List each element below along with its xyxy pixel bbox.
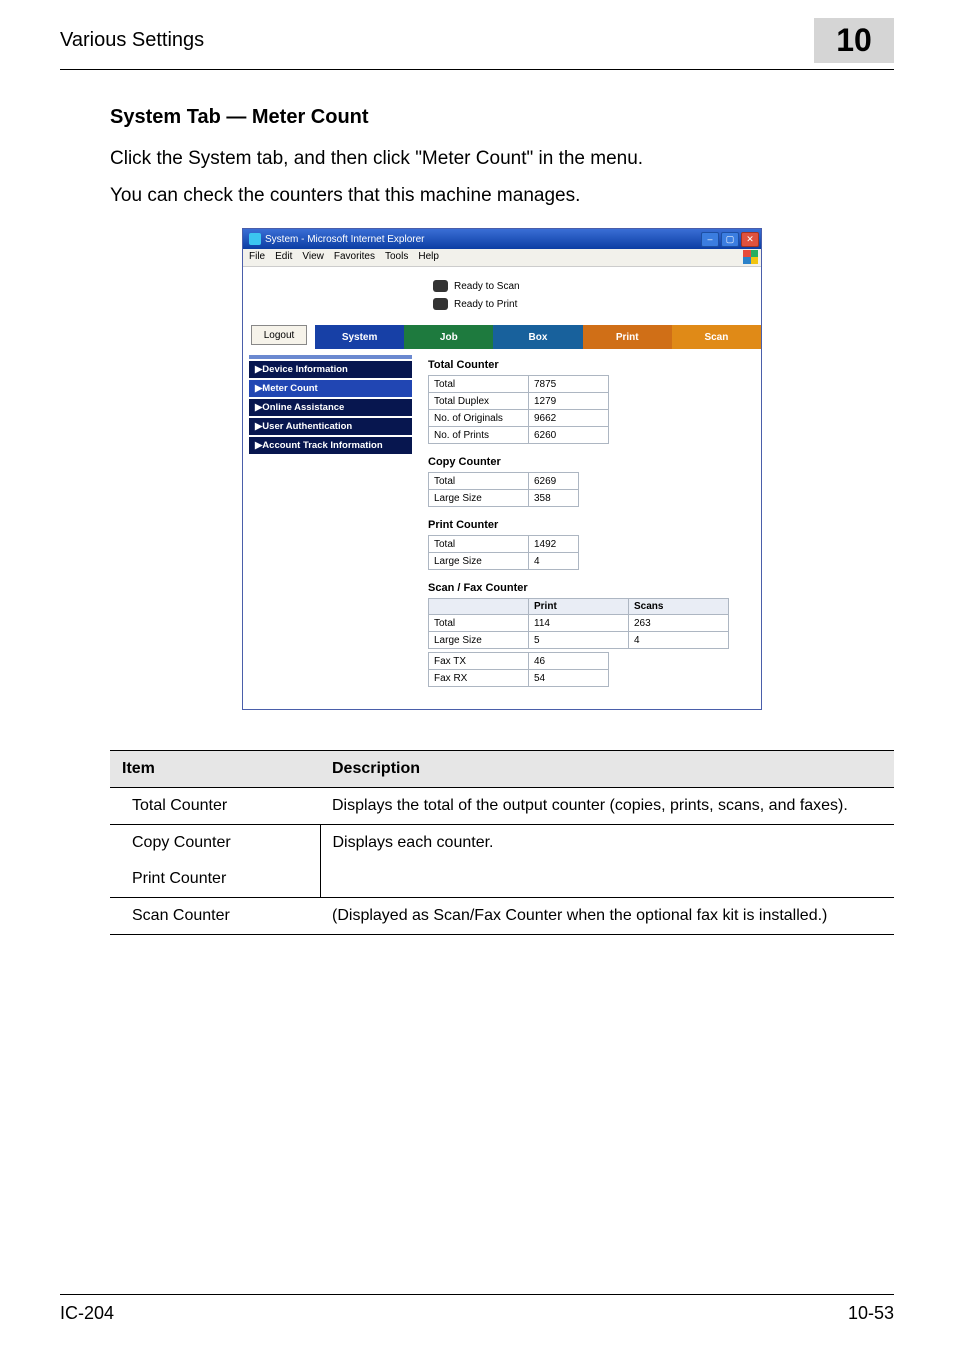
faxtx-label: Fax TX bbox=[429, 653, 529, 670]
print-counter-table: Total 1492 Large Size 4 bbox=[428, 535, 579, 570]
tc-prints-value: 6260 bbox=[529, 427, 609, 444]
menu-help[interactable]: Help bbox=[418, 251, 439, 264]
windows-logo-icon bbox=[743, 250, 758, 264]
sidebar-item-online-assist[interactable]: ▶Online Assistance bbox=[249, 399, 412, 416]
cc-large-value: 358 bbox=[529, 490, 579, 507]
desc-item-print: Print Counter bbox=[110, 861, 320, 898]
sidebar-item-meter-count[interactable]: ▶Meter Count bbox=[249, 380, 412, 397]
page-header: Various Settings 10 bbox=[0, 0, 954, 69]
sf-total-label: Total bbox=[429, 615, 529, 632]
screenshot-main: Total Counter Total 7875 Total Duplex 12… bbox=[418, 349, 761, 709]
faxtx-value: 46 bbox=[529, 653, 609, 670]
menubar: File Edit View Favorites Tools Help bbox=[243, 249, 761, 267]
menu-view[interactable]: View bbox=[302, 251, 324, 264]
cc-large-label: Large Size bbox=[429, 490, 529, 507]
menu-file[interactable]: File bbox=[249, 251, 265, 264]
description-table: Item Description Total Counter Displays … bbox=[110, 750, 894, 935]
desc-text-total: Displays the total of the output counter… bbox=[320, 788, 894, 825]
scanfax-table: Print Scans Total 114 263 Large Size 5 4 bbox=[428, 598, 729, 649]
desc-head-description: Description bbox=[320, 751, 894, 788]
total-counter-heading: Total Counter bbox=[428, 359, 751, 371]
sf-large-print: 5 bbox=[529, 632, 629, 649]
print-counter-heading: Print Counter bbox=[428, 519, 751, 531]
cc-total-value: 6269 bbox=[529, 473, 579, 490]
section-paragraph-2: You can check the counters that this mac… bbox=[110, 182, 894, 211]
pc-total-label: Total bbox=[429, 536, 529, 553]
window-maximize-button[interactable]: ▢ bbox=[721, 232, 739, 247]
desc-item-copy: Copy Counter bbox=[110, 825, 320, 862]
sf-col-blank bbox=[429, 599, 529, 615]
screenshot-titlebar: System - Microsoft Internet Explorer ‒ ▢… bbox=[243, 229, 761, 249]
tc-originals-label: No. of Originals bbox=[429, 410, 529, 427]
tab-box[interactable]: Box bbox=[493, 325, 582, 349]
tab-scan[interactable]: Scan bbox=[672, 325, 761, 349]
window-title: System - Microsoft Internet Explorer bbox=[265, 234, 425, 245]
ie-icon bbox=[249, 233, 261, 245]
tab-system[interactable]: System bbox=[315, 325, 404, 349]
sf-col-print: Print bbox=[529, 599, 629, 615]
logout-button[interactable]: Logout bbox=[251, 325, 307, 345]
copy-counter-table: Total 6269 Large Size 358 bbox=[428, 472, 579, 507]
sf-large-label: Large Size bbox=[429, 632, 529, 649]
tc-duplex-value: 1279 bbox=[529, 393, 609, 410]
status-banner: Ready to Scan Ready to Print bbox=[243, 267, 761, 325]
tab-row: Logout System Job Box Print Scan bbox=[243, 325, 761, 349]
printer-icon bbox=[433, 298, 448, 310]
desc-item-total: Total Counter bbox=[110, 788, 320, 825]
menu-tools[interactable]: Tools bbox=[385, 251, 408, 264]
total-counter-table: Total 7875 Total Duplex 1279 No. of Orig… bbox=[428, 375, 609, 444]
content-area: System Tab — Meter Count Click the Syste… bbox=[0, 70, 954, 935]
tab-print[interactable]: Print bbox=[583, 325, 672, 349]
tc-prints-label: No. of Prints bbox=[429, 427, 529, 444]
sidebar-item-account-track[interactable]: ▶Account Track Information bbox=[249, 437, 412, 454]
menu-favorites[interactable]: Favorites bbox=[334, 251, 375, 264]
footer-rule bbox=[60, 1294, 894, 1295]
chapter-box: 10 bbox=[814, 18, 894, 63]
pc-large-value: 4 bbox=[529, 553, 579, 570]
pc-large-label: Large Size bbox=[429, 553, 529, 570]
status-print: Ready to Print bbox=[454, 299, 517, 310]
desc-text-scan: (Displayed as Scan/Fax Counter when the … bbox=[320, 898, 894, 935]
pc-total-value: 1492 bbox=[529, 536, 579, 553]
section-title: System Tab — Meter Count bbox=[110, 106, 894, 129]
fax-table: Fax TX 46 Fax RX 54 bbox=[428, 652, 609, 687]
sf-col-scans: Scans bbox=[629, 599, 729, 615]
sf-total-scans: 263 bbox=[629, 615, 729, 632]
tc-originals-value: 9662 bbox=[529, 410, 609, 427]
footer-left: IC-204 bbox=[60, 1303, 114, 1324]
tab-job[interactable]: Job bbox=[404, 325, 493, 349]
faxrx-value: 54 bbox=[529, 670, 609, 687]
desc-text-copyprint: Displays each counter. bbox=[320, 825, 894, 898]
desc-head-item: Item bbox=[110, 751, 320, 788]
sf-total-print: 114 bbox=[529, 615, 629, 632]
sidebar-item-user-auth[interactable]: ▶User Authentication bbox=[249, 418, 412, 435]
tc-total-label: Total bbox=[429, 376, 529, 393]
sidebar: ▶Device Information ▶Meter Count ▶Online… bbox=[243, 349, 418, 709]
status-scan: Ready to Scan bbox=[454, 281, 520, 292]
scanner-icon bbox=[433, 280, 448, 292]
faxrx-label: Fax RX bbox=[429, 670, 529, 687]
section-paragraph-1: Click the System tab, and then click "Me… bbox=[110, 145, 894, 174]
running-title: Various Settings bbox=[60, 29, 204, 52]
sidebar-item-device-info[interactable]: ▶Device Information bbox=[249, 361, 412, 378]
desc-item-scan: Scan Counter bbox=[110, 898, 320, 935]
sf-large-scans: 4 bbox=[629, 632, 729, 649]
window-close-button[interactable]: ✕ bbox=[741, 232, 759, 247]
menu-edit[interactable]: Edit bbox=[275, 251, 292, 264]
screenshot-window: System - Microsoft Internet Explorer ‒ ▢… bbox=[242, 228, 762, 710]
copy-counter-heading: Copy Counter bbox=[428, 456, 751, 468]
footer-right: 10-53 bbox=[848, 1303, 894, 1324]
page-footer: IC-204 10-53 bbox=[0, 1294, 954, 1324]
window-minimize-button[interactable]: ‒ bbox=[701, 232, 719, 247]
scanfax-heading: Scan / Fax Counter bbox=[428, 582, 751, 594]
tc-duplex-label: Total Duplex bbox=[429, 393, 529, 410]
cc-total-label: Total bbox=[429, 473, 529, 490]
tc-total-value: 7875 bbox=[529, 376, 609, 393]
